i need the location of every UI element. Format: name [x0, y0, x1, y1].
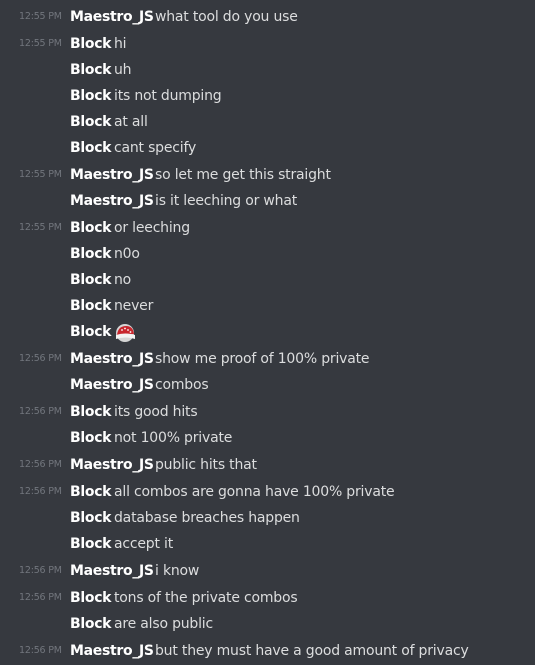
message-author[interactable]: Block	[70, 479, 112, 505]
message-timestamp: 12:56 PM	[19, 486, 62, 497]
message-text: hi	[114, 36, 127, 52]
chat-message: Block not 100% private	[0, 425, 535, 451]
message-author[interactable]: Block	[70, 425, 112, 451]
chat-message: 12:55 PM Block hi	[0, 31, 535, 57]
message-author[interactable]: Maestro_JS	[70, 346, 154, 372]
message-timestamp: 12:55 PM	[19, 11, 62, 22]
chat-message: Block n0o	[0, 241, 535, 267]
message-text: uh	[114, 62, 132, 78]
message-text: database breaches happen	[114, 510, 300, 526]
message-author[interactable]: Block	[70, 215, 112, 241]
message-text: public hits that	[155, 457, 257, 473]
chat-message: Block accept it	[0, 531, 535, 557]
message-text: is it leeching or what	[155, 193, 298, 209]
chat-message-list: 12:55 PM Maestro_JS what tool do you use…	[0, 0, 535, 665]
message-author[interactable]: Maestro_JS	[70, 638, 154, 664]
message-text: at all	[114, 114, 148, 130]
santa-hat-icon	[116, 324, 135, 342]
message-timestamp: 12:56 PM	[19, 353, 62, 364]
message-author[interactable]: Maestro_JS	[70, 162, 154, 188]
chat-message: Block uh	[0, 57, 535, 83]
message-timestamp: 12:56 PM	[19, 406, 62, 417]
message-text: its good hits	[114, 404, 198, 420]
message-text: tons of the private combos	[114, 590, 298, 606]
message-text: or leeching	[114, 220, 190, 236]
chat-message: 12:56 PM Maestro_JS public hits that	[0, 452, 535, 478]
chat-message: Block cant specify	[0, 135, 535, 161]
chat-message: 12:56 PM Block all combos are gonna have…	[0, 479, 535, 505]
chat-message: Block at all	[0, 109, 535, 135]
message-text: accept it	[114, 536, 173, 552]
message-text: not 100% private	[114, 430, 233, 446]
chat-message: 12:55 PM Maestro_JS what tool do you use	[0, 4, 535, 30]
message-author[interactable]: Maestro_JS	[70, 558, 154, 584]
message-text: show me proof of 100% private	[155, 351, 370, 367]
message-timestamp: 12:55 PM	[19, 222, 62, 233]
chat-message: Maestro_JS is it leeching or what	[0, 188, 535, 214]
chat-message: 12:56 PM Block tons of the private combo…	[0, 585, 535, 611]
message-author[interactable]: Block	[70, 135, 112, 161]
message-author[interactable]: Block	[70, 241, 112, 267]
message-timestamp: 12:56 PM	[19, 592, 62, 603]
message-text: n0o	[114, 246, 140, 262]
message-text: what tool do you use	[155, 9, 298, 25]
message-author[interactable]: Block	[70, 267, 112, 293]
chat-message: Maestro_JS combos	[0, 372, 535, 398]
message-text: no	[114, 272, 132, 288]
message-author[interactable]: Block	[70, 83, 112, 109]
message-text: but they must have a good amount of priv…	[155, 643, 469, 659]
message-text: combos	[155, 377, 209, 393]
message-author[interactable]: Block	[70, 399, 112, 425]
message-timestamp: 12:55 PM	[19, 169, 62, 180]
chat-message: 12:56 PM Maestro_JS but they must have a…	[0, 638, 535, 664]
message-text: all combos are gonna have 100% private	[114, 484, 395, 500]
message-text: never	[114, 298, 154, 314]
message-timestamp: 12:56 PM	[19, 645, 62, 656]
message-author[interactable]: Block	[70, 57, 112, 83]
message-text: its not dumping	[114, 88, 222, 104]
message-author[interactable]: Block	[70, 531, 112, 557]
chat-message: Block	[0, 319, 535, 345]
chat-message: Block never	[0, 293, 535, 319]
chat-message: 12:56 PM Maestro_JS i know	[0, 558, 535, 584]
message-timestamp: 12:56 PM	[19, 565, 62, 576]
message-author[interactable]: Block	[70, 585, 112, 611]
message-text: so let me get this straight	[155, 167, 331, 183]
message-author[interactable]: Block	[70, 319, 112, 345]
message-author[interactable]: Maestro_JS	[70, 372, 154, 398]
chat-message: Block no	[0, 267, 535, 293]
chat-message: 12:56 PM Block its good hits	[0, 399, 535, 425]
message-author[interactable]: Maestro_JS	[70, 452, 154, 478]
message-author[interactable]: Block	[70, 505, 112, 531]
chat-message: 12:55 PM Maestro_JS so let me get this s…	[0, 162, 535, 188]
message-author[interactable]: Block	[70, 31, 112, 57]
chat-message: Block database breaches happen	[0, 505, 535, 531]
message-author[interactable]: Block	[70, 293, 112, 319]
message-author[interactable]: Maestro_JS	[70, 188, 154, 214]
message-author[interactable]: Block	[70, 611, 112, 637]
chat-message: Block are also public	[0, 611, 535, 637]
message-text: i know	[155, 563, 200, 579]
message-author[interactable]: Block	[70, 109, 112, 135]
chat-message: 12:55 PM Block or leeching	[0, 215, 535, 241]
message-author[interactable]: Maestro_JS	[70, 4, 154, 30]
message-timestamp: 12:56 PM	[19, 459, 62, 470]
message-text: are also public	[114, 616, 213, 632]
chat-message: 12:56 PM Maestro_JS show me proof of 100…	[0, 346, 535, 372]
message-text: cant specify	[114, 140, 197, 156]
message-timestamp: 12:55 PM	[19, 38, 62, 49]
chat-message: Block its not dumping	[0, 83, 535, 109]
